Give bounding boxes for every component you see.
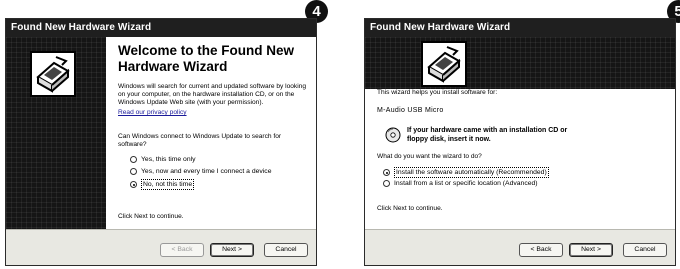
wizard-side-panel [6, 37, 106, 229]
cancel-button[interactable]: Cancel [264, 243, 308, 257]
intro-text: This wizard helps you install software f… [377, 89, 498, 96]
radio-no-not-this-time[interactable]: No, not this time [130, 179, 195, 190]
radio-yes-this-time[interactable]: Yes, this time only [130, 155, 196, 164]
radio-install-from-list[interactable]: Install from a list or specific location… [383, 179, 538, 188]
radio-button[interactable] [383, 180, 390, 187]
cd-prompt: If your hardware came with an installati… [385, 127, 587, 144]
radio-label: Yes, this time only [141, 156, 196, 163]
wizard-window-install: Found New Hardware Wizard This wizard he… [364, 18, 676, 266]
radio-label: Install the software automatically (Reco… [394, 167, 549, 178]
wizard-question: What do you want the wizard to do? [377, 153, 482, 160]
next-button[interactable]: Next > [210, 243, 254, 257]
intro-text: Windows will search for current and upda… [118, 83, 307, 106]
radio-button-selected[interactable] [383, 169, 390, 176]
hardware-wizard-icon [30, 51, 76, 97]
cd-icon [385, 127, 401, 143]
device-name: M-Audio USB Micro [377, 107, 444, 114]
wizard-banner [365, 37, 675, 89]
wizard-window-welcome: Found New Hardware Wizard Welcome to the… [5, 18, 317, 266]
radio-label: No, not this time [141, 179, 195, 190]
button-bar: < Back Next > Cancel [6, 229, 316, 265]
radio-yes-every-time[interactable]: Yes, now and every time I connect a devi… [130, 167, 271, 176]
radio-button[interactable] [130, 156, 137, 163]
back-button[interactable]: < Back [160, 243, 204, 257]
radio-button-selected[interactable] [130, 181, 137, 188]
hardware-wizard-icon [421, 41, 467, 87]
button-bar: < Back Next > Cancel [365, 229, 675, 265]
cd-prompt-text: If your hardware came with an installati… [407, 127, 568, 143]
wizard-content: This wizard helps you install software f… [365, 89, 675, 229]
wizard-heading: Welcome to the Found New Hardware Wizard [118, 43, 295, 74]
radio-button[interactable] [130, 168, 137, 175]
radio-install-automatically[interactable]: Install the software automatically (Reco… [383, 167, 549, 178]
next-button[interactable]: Next > [569, 243, 613, 257]
title-bar[interactable]: Found New Hardware Wizard [365, 19, 675, 37]
cancel-button[interactable]: Cancel [623, 243, 667, 257]
radio-label: Install from a list or specific location… [394, 180, 538, 187]
wizard-content: Welcome to the Found New Hardware Wizard… [106, 37, 316, 229]
radio-label: Yes, now and every time I connect a devi… [141, 168, 272, 175]
continue-note: Click Next to continue. [377, 205, 443, 212]
continue-note: Click Next to continue. [118, 213, 184, 220]
title-bar[interactable]: Found New Hardware Wizard [6, 19, 316, 37]
update-question: Can Windows connect to Windows Update to… [118, 133, 282, 148]
privacy-policy-link[interactable]: Read our privacy policy [118, 109, 187, 117]
back-button[interactable]: < Back [519, 243, 563, 257]
